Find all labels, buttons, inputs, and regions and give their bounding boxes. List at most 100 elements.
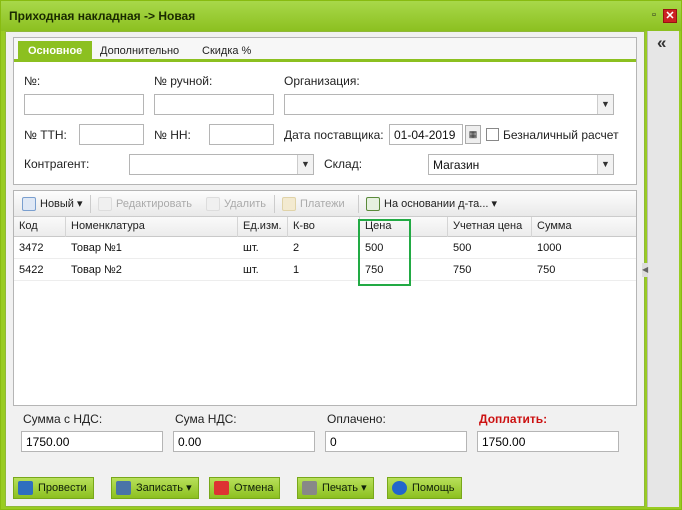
print-button[interactable]: Печать ▾ [297,477,374,499]
table-row[interactable]: 3472 Товар №1 шт. 2 500 500 1000 [14,238,636,259]
calendar-icon[interactable]: ▦ [465,125,481,144]
delete-button[interactable]: Удалить [206,197,266,211]
ttn-field[interactable] [79,124,144,145]
chevron-down-icon[interactable]: ▼ [597,155,613,174]
payments-icon [282,197,296,211]
column-header[interactable]: Сумма [532,217,636,237]
nn-label: № НН: [154,128,191,142]
delete-icon [206,197,220,211]
post-button-label: Провести [38,482,87,494]
grid-header: Код Номенклатура Ед.изм. К-во Цена Учетн… [14,217,636,237]
paid-label: Оплачено: [327,412,386,426]
nn-field[interactable] [209,124,274,145]
sum-with-vat-field[interactable] [21,431,163,452]
column-header[interactable]: К-во [288,217,360,237]
help-button[interactable]: Помощь [387,477,462,499]
payments-button[interactable]: Платежи [282,197,345,211]
warehouse-select[interactable]: Магазин ▼ [428,154,614,175]
cancel-button[interactable]: Отмена [209,477,281,499]
based-on-button-label: На основании д-та... [384,198,489,210]
cell-code: 3472 [19,242,44,254]
edit-icon [98,197,112,211]
cell-sum: 750 [537,264,556,276]
counterparty-select[interactable]: ▼ [129,154,314,175]
post-icon [18,481,33,495]
cell-qty: 2 [293,242,300,254]
vat-sum-label: Сума НДС: [175,412,237,426]
column-header[interactable]: Ед.изм. [238,217,288,237]
payments-button-label: Платежи [300,197,345,210]
totals-panel: Сумма с НДС: Сума НДС: Оплачено: Доплати… [13,412,637,468]
warehouse-value: Магазин [433,158,480,172]
edit-button-label: Редактировать [116,197,192,210]
new-button[interactable]: Новый ▾ [22,197,83,212]
cell-account-price: 750 [453,264,472,276]
cancel-icon [214,481,229,495]
based-on-icon [366,197,380,212]
minimize-icon[interactable]: ▫ [647,9,661,23]
invoice-window: Приходная накладная -> Новая ▫ ✕ « ◀ Осн… [0,0,682,510]
tab-discount[interactable]: Скидка % [192,41,261,62]
ttn-label: № ТТН: [24,128,67,142]
side-panel: « [647,31,679,507]
new-doc-icon [22,197,36,212]
cell-code: 5422 [19,264,44,276]
warehouse-label: Склад: [324,157,363,171]
tab-main[interactable]: Основное [18,41,93,62]
toolbar-divider [358,195,359,213]
counterparty-label: Контрагент: [24,157,90,171]
save-button[interactable]: Записать ▾ [111,477,199,499]
manual-number-field[interactable] [154,94,274,115]
based-on-button[interactable]: На основании д-та... ▾ [366,197,497,212]
tab-additional[interactable]: Дополнительно [90,41,189,62]
paid-field[interactable] [325,431,467,452]
organization-label: Организация: [284,74,360,88]
grid-toolbar: Новый ▾ Редактировать Удалить Платежи На… [14,191,636,217]
cell-qty: 1 [293,264,300,276]
title-bar[interactable]: Приходная накладная -> Новая ▫ ✕ [1,1,681,31]
tab-strip: Основное Дополнительно Скидка % [14,38,636,62]
noncash-label: Безналичный расчет [503,128,619,142]
sum-with-vat-label: Сумма с НДС: [23,412,103,426]
column-header[interactable]: Номенклатура [66,217,238,237]
price-column-highlight [358,219,411,286]
toolbar-divider [274,195,275,213]
to-pay-field[interactable] [477,431,619,452]
organization-select[interactable]: ▼ [284,94,614,115]
post-button[interactable]: Провести [13,477,94,499]
chevron-down-icon[interactable]: ▼ [297,155,313,174]
cell-account-price: 500 [453,242,472,254]
help-button-label: Помощь [412,482,455,494]
edit-button[interactable]: Редактировать [98,197,192,211]
items-grid: Новый ▾ Редактировать Удалить Платежи На… [13,190,637,406]
cell-item: Товар №2 [71,264,122,276]
close-icon[interactable]: ✕ [663,9,677,23]
column-header[interactable]: Код [14,217,66,237]
toolbar-divider [90,195,91,213]
main-tab-panel: Основное Дополнительно Скидка % №: № руч… [13,37,637,185]
supplier-date-label: Дата поставщика: [284,128,384,142]
column-header[interactable]: Учетная цена [448,217,532,237]
table-row[interactable]: 5422 Товар №2 шт. 1 750 750 750 [14,260,636,281]
number-field[interactable] [24,94,144,115]
save-button-label: Записать [136,482,184,494]
delete-button-label: Удалить [224,197,266,210]
help-icon [392,481,407,495]
manual-number-label: № ручной: [154,74,213,88]
cell-item: Товар №1 [71,242,122,254]
number-label: №: [24,74,41,88]
cell-unit: шт. [243,242,259,254]
chevron-down-icon[interactable]: ▼ [597,95,613,114]
cell-sum: 1000 [537,242,562,254]
printer-icon [302,481,317,495]
expand-arrow-icon[interactable]: ◀ [642,263,648,277]
cell-unit: шт. [243,264,259,276]
to-pay-label: Доплатить: [479,412,548,426]
cancel-button-label: Отмена [234,482,274,494]
noncash-checkbox[interactable] [486,128,499,141]
supplier-date-field[interactable] [389,124,463,145]
vat-sum-field[interactable] [173,431,315,452]
collapse-panel-icon[interactable]: « [657,33,666,53]
floppy-icon [116,481,131,495]
window-title: Приходная накладная -> Новая [9,9,196,23]
